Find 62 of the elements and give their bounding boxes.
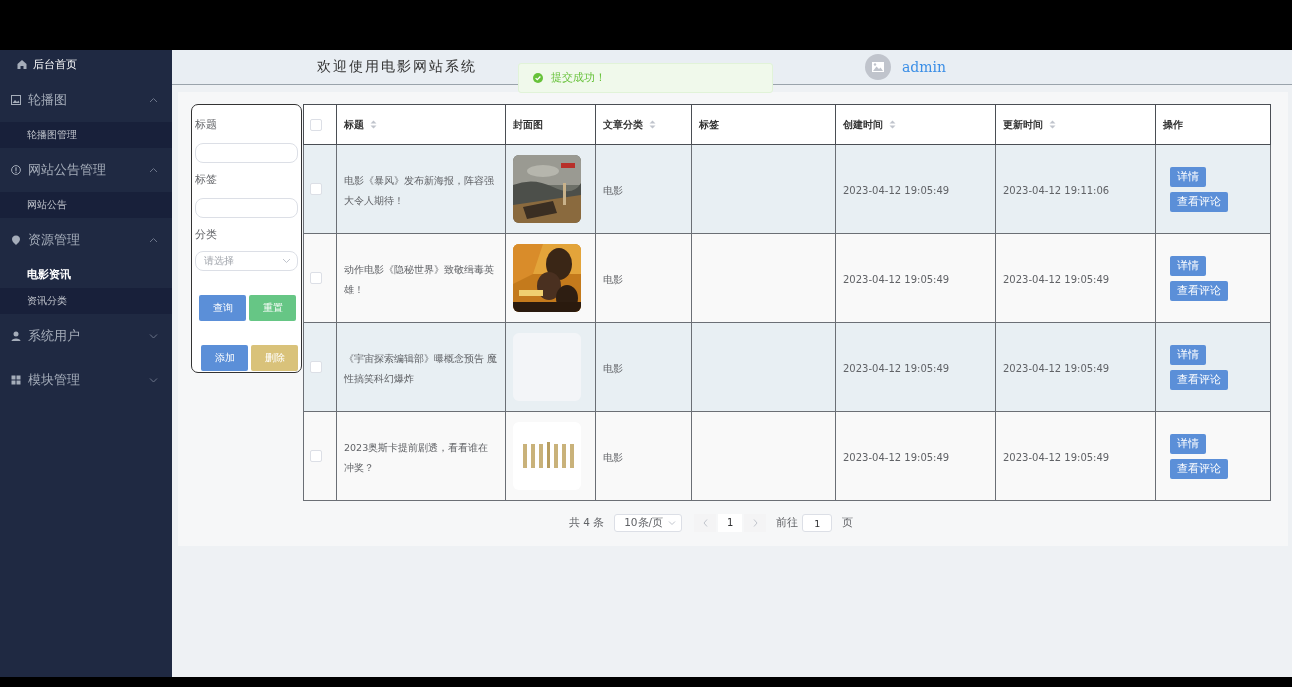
column-header[interactable]: 标签 xyxy=(699,117,719,132)
home-menu-item[interactable]: 后台首页 xyxy=(0,50,172,78)
table-cell: 电影 xyxy=(603,185,623,196)
check-circle-icon xyxy=(533,73,543,83)
avatar-icon xyxy=(865,54,891,80)
table-cell: 电影 xyxy=(603,452,623,463)
caret-icon xyxy=(282,258,291,264)
page-size-select[interactable]: 10条/页 xyxy=(614,514,683,532)
table-cell: 电影 xyxy=(603,274,623,285)
info-icon xyxy=(11,165,21,175)
image-icon xyxy=(11,95,21,105)
table-cell: 2023-04-12 19:05:49 xyxy=(843,185,950,196)
text-input-field[interactable] xyxy=(195,143,298,163)
chevron-left-icon xyxy=(702,519,708,527)
menu-group-header[interactable]: 系统用户 xyxy=(0,314,172,358)
column-header[interactable]: 操作 xyxy=(1163,117,1183,132)
column-header[interactable]: 文章分类 xyxy=(603,117,643,132)
table-cell: 2023-04-12 19:05:49 xyxy=(843,274,950,285)
menu-group-header[interactable]: 网站公告管理 xyxy=(0,148,172,192)
chevron-right-icon xyxy=(752,519,758,527)
table-cell: 2023-04-12 19:05:49 xyxy=(843,452,950,463)
checkbox[interactable] xyxy=(310,118,322,131)
table-cell: 电影 xyxy=(603,363,623,374)
table-cell: 《宇宙探索编辑部》曝概念预告 魔性搞笑科幻爆炸 xyxy=(344,353,498,384)
column-header[interactable]: 创建时间 xyxy=(843,117,883,132)
checkbox[interactable] xyxy=(310,361,322,373)
field-label: 标签 xyxy=(195,172,218,186)
table-cell: 动作电影《隐秘世界》致敬缉毒英雄！ xyxy=(344,264,494,295)
page-unit-label: 页 xyxy=(842,516,854,530)
toast-message: 提交成功！ xyxy=(551,71,606,85)
table-cell: 2023-04-12 19:11:06 xyxy=(1003,185,1110,196)
table-cell: 电影《暴风》发布新海报，阵容强大令人期待！ xyxy=(344,175,494,206)
column-header[interactable]: 标题 xyxy=(344,117,364,132)
column-header[interactable]: 更新时间 xyxy=(1003,117,1043,132)
table-cell: 2023-04-12 19:05:49 xyxy=(843,363,950,374)
checkbox[interactable] xyxy=(310,272,322,284)
checkbox[interactable] xyxy=(310,450,322,462)
table-cell: 2023-04-12 19:05:49 xyxy=(1003,363,1110,374)
table-cell: 2023奥斯卡提前剧透，看看谁在冲奖？ xyxy=(344,442,489,473)
user-icon xyxy=(11,331,21,341)
field-label: 分类 xyxy=(195,227,218,241)
column-header[interactable]: 封面图 xyxy=(513,117,543,132)
checkbox[interactable] xyxy=(310,183,322,195)
submenu-item[interactable]: 资讯分类 xyxy=(0,288,172,314)
home-icon xyxy=(17,59,27,69)
page-title: 欢迎使用电影网站系统 xyxy=(317,58,478,76)
page-number[interactable]: 1 xyxy=(718,514,743,532)
caret-icon xyxy=(668,520,677,526)
table-cell: 2023-04-12 19:05:49 xyxy=(1003,274,1110,285)
menu-group-header[interactable]: 资源管理 xyxy=(0,218,172,262)
text-input-field[interactable] xyxy=(195,198,298,218)
total-count: 共 4 条 xyxy=(568,516,605,530)
submenu-item[interactable]: 轮播图管理 xyxy=(0,122,172,148)
field-label: 标题 xyxy=(195,117,218,131)
page-jump-field[interactable]: 1 xyxy=(802,514,833,532)
menu-group-header[interactable]: 轮播图 xyxy=(0,78,172,122)
location-pin-icon xyxy=(11,235,21,245)
grid-icon xyxy=(11,375,21,385)
goto-label: 前往 xyxy=(776,516,799,530)
table-cell: 2023-04-12 19:05:49 xyxy=(1003,452,1110,463)
submenu-item[interactable]: 网站公告 xyxy=(0,192,172,218)
menu-group-header[interactable]: 模块管理 xyxy=(0,358,172,402)
